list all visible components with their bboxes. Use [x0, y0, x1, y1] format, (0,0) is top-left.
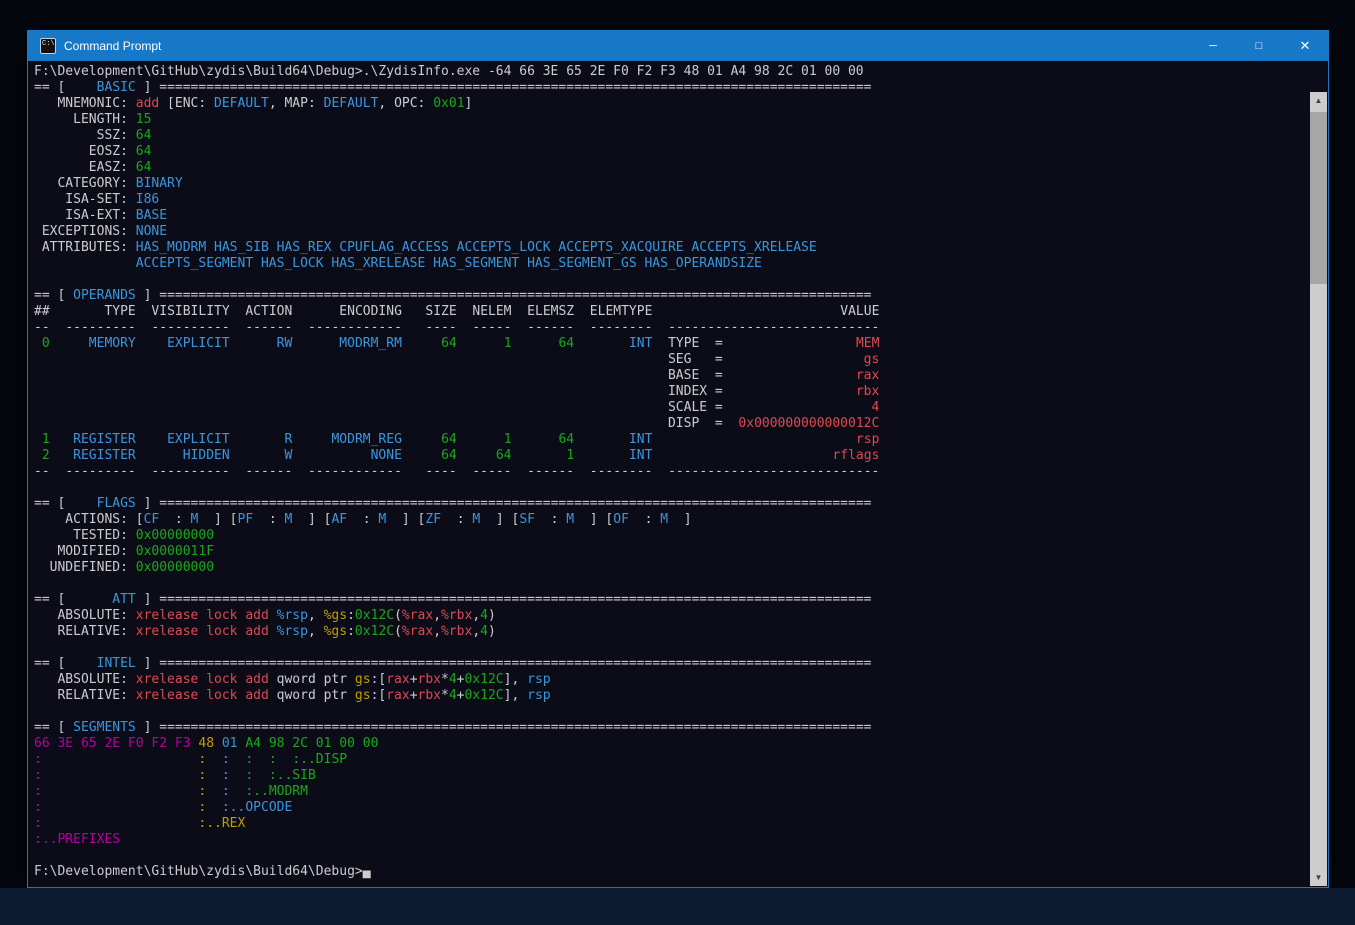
console-line	[34, 640, 1304, 656]
console-line: MODIFIED: 0x0000011F	[34, 544, 1304, 560]
console-line: -- --------- ---------- ------ ---------…	[34, 320, 1304, 336]
console-line: : : : : : :..DISP	[34, 752, 1304, 768]
console-output: F:\Development\GitHub\zydis\Build64\Debu…	[28, 61, 1328, 880]
console-line: ## TYPE VISIBILITY ACTION ENCODING SIZE …	[34, 304, 1304, 320]
console-line: TESTED: 0x00000000	[34, 528, 1304, 544]
scroll-up-button[interactable]: ▲	[1310, 92, 1327, 109]
console-line: == [ FLAGS ] ===========================…	[34, 496, 1304, 512]
console-line: DISP = 0x000000000000012C	[34, 416, 1304, 432]
console-line: BASE = rax	[34, 368, 1304, 384]
console-line: ATTRIBUTES: HAS_MODRM HAS_SIB HAS_REX CP…	[34, 240, 1304, 256]
console-line: ACCEPTS_SEGMENT HAS_LOCK HAS_XRELEASE HA…	[34, 256, 1304, 272]
window-controls: ─ □ ✕	[1190, 31, 1328, 61]
titlebar[interactable]: C:\ Command Prompt ─ □ ✕	[28, 31, 1328, 61]
console-line: == [ ATT ] =============================…	[34, 592, 1304, 608]
console-line: ABSOLUTE: xrelease lock add %rsp, %gs:0x…	[34, 608, 1304, 624]
maximize-button[interactable]: □	[1236, 31, 1282, 61]
console-line: CATEGORY: BINARY	[34, 176, 1304, 192]
scroll-down-icon: ▼	[1315, 873, 1323, 882]
console-line: ISA-SET: I86	[34, 192, 1304, 208]
maximize-icon: □	[1256, 40, 1263, 52]
console-line: 0 MEMORY EXPLICIT RW MODRM_RM 64 1 64 IN…	[34, 336, 1304, 352]
console-line: ACTIONS: [CF : M ] [PF : M ] [AF : M ] […	[34, 512, 1304, 528]
console-line: LENGTH: 15	[34, 112, 1304, 128]
console-line: EASZ: 64	[34, 160, 1304, 176]
console-line: F:\Development\GitHub\zydis\Build64\Debu…	[34, 64, 1304, 80]
console-line: INDEX = rbx	[34, 384, 1304, 400]
console-line	[34, 704, 1304, 720]
console-line: RELATIVE: xrelease lock add %rsp, %gs:0x…	[34, 624, 1304, 640]
console-line: : : : :..MODRM	[34, 784, 1304, 800]
console-line	[34, 272, 1304, 288]
console-line: EOSZ: 64	[34, 144, 1304, 160]
console-line: EXCEPTIONS: NONE	[34, 224, 1304, 240]
desktop-background: { "window": { "title": "Command Prompt",…	[0, 0, 1355, 925]
console-line: SSZ: 64	[34, 128, 1304, 144]
console-line: ABSOLUTE: xrelease lock add qword ptr gs…	[34, 672, 1304, 688]
console-line: : : :..OPCODE	[34, 800, 1304, 816]
console-line: == [ OPERANDS ] ========================…	[34, 288, 1304, 304]
console-line: F:\Development\GitHub\zydis\Build64\Debu…	[34, 864, 1304, 880]
scroll-up-icon: ▲	[1315, 96, 1323, 105]
console-screen[interactable]: F:\Development\GitHub\zydis\Build64\Debu…	[28, 61, 1328, 887]
console-line: RELATIVE: xrelease lock add qword ptr gs…	[34, 688, 1304, 704]
console-line: 2 REGISTER HIDDEN W NONE 64 64 1 INT rfl…	[34, 448, 1304, 464]
console-line: ISA-EXT: BASE	[34, 208, 1304, 224]
console-line: MNEMONIC: add [ENC: DEFAULT, MAP: DEFAUL…	[34, 96, 1304, 112]
cmd-app-icon[interactable]: C:\	[40, 38, 56, 54]
desktop-bottom-strip	[0, 888, 1355, 925]
console-line: SEG = gs	[34, 352, 1304, 368]
console-line: : : : : :..SIB	[34, 768, 1304, 784]
scroll-down-button[interactable]: ▼	[1310, 869, 1327, 886]
console-line: == [ SEGMENTS ] ========================…	[34, 720, 1304, 736]
console-line	[34, 848, 1304, 864]
console-line: == [ BASIC ] ===========================…	[34, 80, 1304, 96]
console-line	[34, 576, 1304, 592]
console-line	[34, 480, 1304, 496]
console-line: : :..REX	[34, 816, 1304, 832]
console-line: 66 3E 65 2E F0 F2 F3 48 01 A4 98 2C 01 0…	[34, 736, 1304, 752]
command-prompt-window: C:\ Command Prompt ─ □ ✕ F:\Development\…	[27, 30, 1329, 888]
console-line: SCALE = 4	[34, 400, 1304, 416]
scrollbar[interactable]: ▲ ▼	[1310, 92, 1327, 886]
scrollbar-track[interactable]	[1310, 109, 1327, 869]
console-line: 1 REGISTER EXPLICIT R MODRM_REG 64 1 64 …	[34, 432, 1304, 448]
console-line: -- --------- ---------- ------ ---------…	[34, 464, 1304, 480]
console-line: == [ INTEL ] ===========================…	[34, 656, 1304, 672]
close-button[interactable]: ✕	[1282, 31, 1328, 61]
minimize-icon: ─	[1209, 40, 1217, 52]
window-title: Command Prompt	[64, 39, 1190, 53]
close-icon: ✕	[1300, 38, 1311, 54]
console-line: UNDEFINED: 0x00000000	[34, 560, 1304, 576]
console-line: :..PREFIXES	[34, 832, 1304, 848]
scrollbar-thumb[interactable]	[1310, 112, 1327, 284]
minimize-button[interactable]: ─	[1190, 31, 1236, 61]
